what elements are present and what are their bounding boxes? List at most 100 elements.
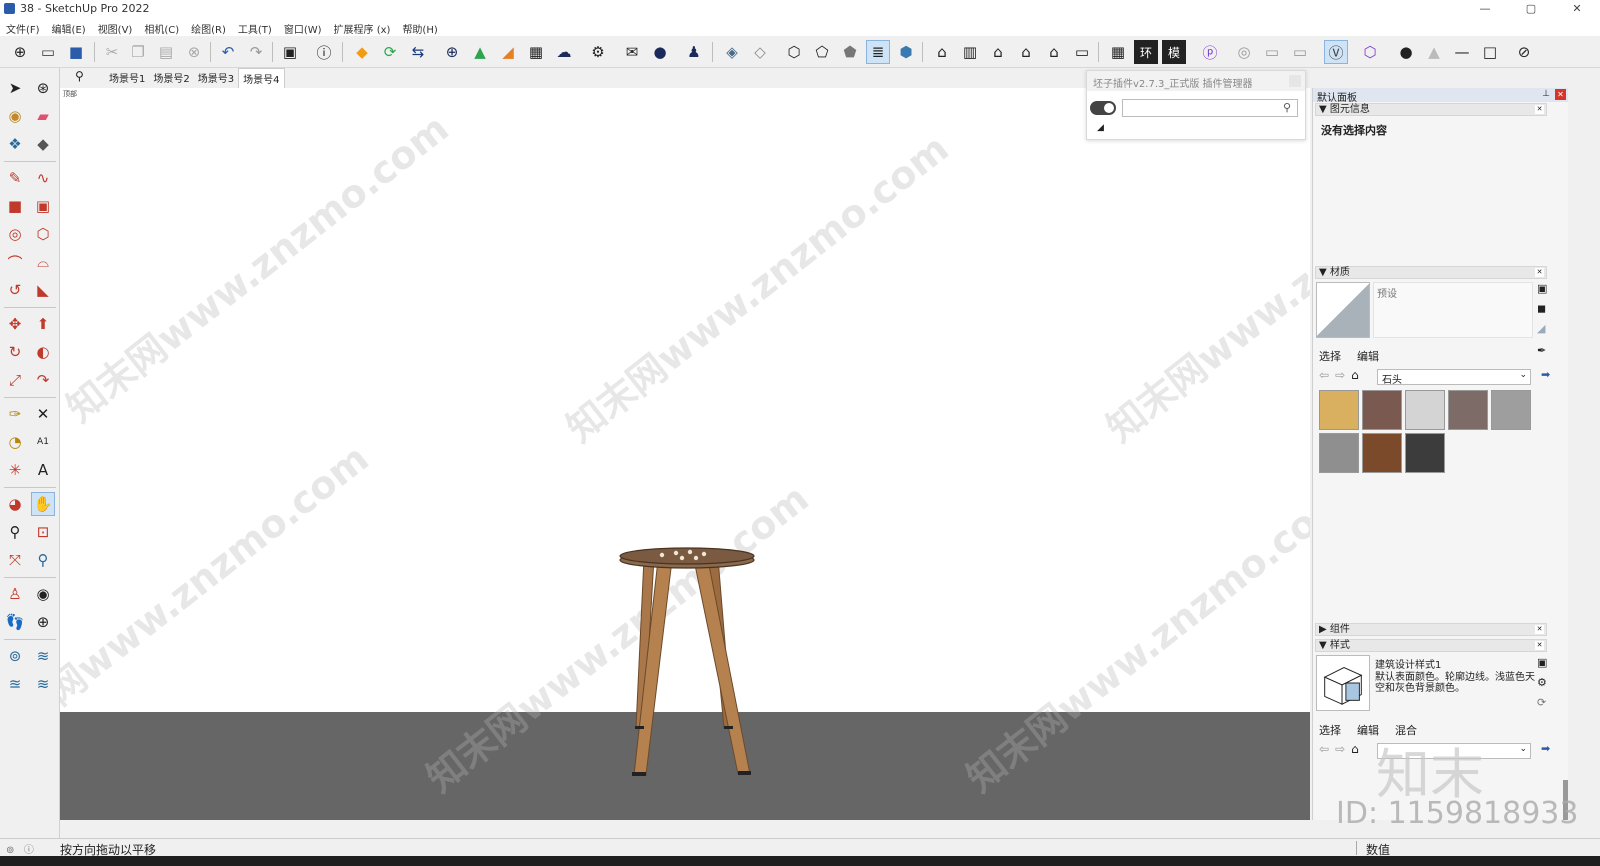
zoom-window-icon[interactable]: ⊡ — [31, 520, 55, 544]
cloud-upload-icon[interactable]: ☁ — [552, 40, 576, 64]
back-arrow-icon[interactable]: ⇦ — [1319, 368, 1329, 382]
paste-icon[interactable]: ▤ — [154, 40, 178, 64]
three-point-arc-icon[interactable]: ↺ — [3, 278, 27, 302]
tag-icon[interactable]: ◆ — [31, 132, 55, 156]
create-material-icon[interactable]: ▣ — [1537, 282, 1547, 295]
orbit-icon[interactable]: ◕ — [3, 492, 27, 516]
back-arrow-icon[interactable]: ⇦ — [1319, 742, 1329, 756]
details-arrow-icon[interactable]: ➡ — [1541, 742, 1550, 755]
zoom-icon[interactable]: ⚲ — [3, 520, 27, 544]
sandbox-stamp-icon[interactable]: ≋ — [31, 672, 55, 696]
material-swatch-brown-stone[interactable] — [1362, 433, 1402, 473]
update-style-icon[interactable]: ▣ — [1537, 656, 1547, 669]
mail-icon[interactable]: ✉ — [620, 40, 644, 64]
arc-icon[interactable]: ⌒ — [3, 250, 27, 274]
erase-selection-icon[interactable]: ⊗ — [182, 40, 206, 64]
table-icon[interactable]: ▦ — [1106, 40, 1130, 64]
camera-video-icon[interactable]: ▭ — [1260, 40, 1284, 64]
env-icon[interactable]: 环 — [1134, 40, 1158, 64]
pan-hand-icon[interactable]: ✋ — [31, 492, 55, 516]
select-arrow-icon[interactable]: ➤ — [3, 76, 27, 100]
walk-icon[interactable]: 👣 — [3, 610, 27, 634]
tab-scene-2[interactable]: 场景号2 — [149, 68, 193, 88]
cut-icon[interactable]: ✂ — [100, 40, 124, 64]
styles-header[interactable]: ▼ 样式 ✕ — [1315, 639, 1547, 652]
two-point-arc-icon[interactable]: ⌓ — [31, 250, 55, 274]
menu-help[interactable]: 帮助(H) — [396, 18, 443, 36]
menu-file[interactable]: 文件(F) — [0, 18, 46, 36]
menu-tools[interactable]: 工具(T) — [232, 18, 278, 36]
material-swatch-grey-stone[interactable] — [1319, 433, 1359, 473]
light-sphere-icon[interactable]: ● — [1394, 40, 1418, 64]
transfer-icon[interactable]: ⇆ — [406, 40, 430, 64]
close-icon[interactable]: ✕ — [1535, 268, 1544, 277]
undo-icon[interactable]: ↶ — [216, 40, 240, 64]
left-view-icon[interactable]: ▭ — [1070, 40, 1094, 64]
material-swatch-brown-granite[interactable] — [1362, 390, 1402, 430]
textured-icon[interactable]: ⬢ — [894, 40, 918, 64]
materials-header[interactable]: ▼ 材质 ✕ — [1315, 266, 1547, 279]
camera-photo-icon[interactable]: ▭ — [1288, 40, 1312, 64]
rectangle-icon[interactable]: ■ — [3, 194, 27, 218]
look-around-icon[interactable]: ◉ — [31, 582, 55, 606]
scale-icon[interactable]: ⤢ — [3, 368, 27, 392]
right-view-icon[interactable]: ⌂ — [1014, 40, 1038, 64]
menu-extensions[interactable]: 扩展程序 (x) — [328, 18, 397, 36]
section-plane-icon[interactable]: ⊕ — [31, 610, 55, 634]
rotate-icon[interactable]: ↻ — [3, 340, 27, 364]
material-swatch-grey-granite[interactable] — [1491, 390, 1531, 430]
info-circle-icon[interactable]: ● — [648, 40, 672, 64]
rotated-rectangle-icon[interactable]: ▣ — [31, 194, 55, 218]
eraser-icon[interactable]: ▰ — [31, 104, 55, 128]
hidden-line-icon[interactable]: ⬟ — [838, 40, 862, 64]
entity-info-header[interactable]: ▼ 图元信息 ✕ — [1315, 103, 1547, 116]
close-icon[interactable]: ✕ — [1535, 625, 1544, 634]
3d-text-icon[interactable]: A — [31, 458, 55, 482]
close-button[interactable]: ✕ — [1554, 0, 1600, 18]
pencil-line-icon[interactable]: ✎ — [3, 166, 27, 190]
axes-icon[interactable]: ✳ — [3, 458, 27, 482]
pin-icon[interactable]: ◢ — [1097, 123, 1104, 133]
polygon-icon[interactable]: ⬡ — [31, 222, 55, 246]
modeling-viewport[interactable]: 顶部 知末网www.znzmo.com 知末网www.znzmo.com 知末网… — [60, 88, 1310, 820]
search-icon[interactable]: ⚲ — [75, 69, 84, 83]
vray-icon[interactable]: Ⓥ — [1324, 40, 1348, 64]
copy-icon[interactable]: ❐ — [126, 40, 150, 64]
minimize-button[interactable]: — — [1462, 0, 1508, 18]
home-icon[interactable]: ⌂ — [1351, 368, 1359, 382]
settings-gear-icon[interactable]: ⚙ — [586, 40, 610, 64]
sandbox-scratch-icon[interactable]: ≋ — [31, 644, 55, 668]
pin-icon[interactable]: ⊥ — [1542, 89, 1550, 99]
shaded-icon[interactable]: ≣ — [866, 40, 890, 64]
default-material-icon[interactable]: ◢ — [1537, 322, 1545, 335]
freehand-icon[interactable]: ∿ — [31, 166, 55, 190]
details-arrow-icon[interactable]: ➡ — [1541, 368, 1550, 381]
tab-select[interactable]: 选择 — [1319, 348, 1341, 364]
model-info-icon[interactable]: ⓘ — [312, 40, 336, 64]
light-cone-icon[interactable]: ▲ — [1422, 40, 1446, 64]
push-pull-icon[interactable]: ⬆ — [31, 312, 55, 336]
menu-window[interactable]: 窗口(W) — [278, 18, 328, 36]
material-library-select[interactable]: 石头 ⌄ — [1377, 369, 1531, 386]
position-camera-icon[interactable]: ♙ — [3, 582, 27, 606]
sandbox-smoove-icon[interactable]: ≊ — [3, 672, 27, 696]
plane-light-icon[interactable]: □ — [1478, 40, 1502, 64]
text-tool-icon[interactable]: A1 — [31, 430, 55, 454]
maximize-button[interactable]: ▢ — [1508, 0, 1554, 18]
redo-icon[interactable]: ↷ — [244, 40, 268, 64]
new-file-icon[interactable]: ⊕ — [8, 40, 32, 64]
home-view-icon[interactable]: ⌂ — [986, 40, 1010, 64]
menu-edit[interactable]: 编辑(E) — [46, 18, 92, 36]
close-icon[interactable]: ✕ — [1535, 105, 1544, 114]
layers-color-icon[interactable]: ◢ — [496, 40, 520, 64]
open-folder-icon[interactable]: ▭ — [36, 40, 60, 64]
material-swatch-black-stone[interactable] — [1405, 433, 1445, 473]
xray-icon[interactable]: ⬡ — [782, 40, 806, 64]
top-view-icon[interactable]: ◇ — [748, 40, 772, 64]
eyedropper-icon[interactable]: ✒ — [1537, 344, 1546, 357]
tab-select[interactable]: 选择 — [1319, 722, 1341, 738]
menu-draw[interactable]: 绘图(R) — [185, 18, 232, 36]
zoom-extents-icon[interactable]: ⤧ — [3, 548, 27, 572]
menu-camera[interactable]: 相机(C) — [138, 18, 185, 36]
material-3d-icon[interactable]: ◼ — [1537, 302, 1546, 315]
